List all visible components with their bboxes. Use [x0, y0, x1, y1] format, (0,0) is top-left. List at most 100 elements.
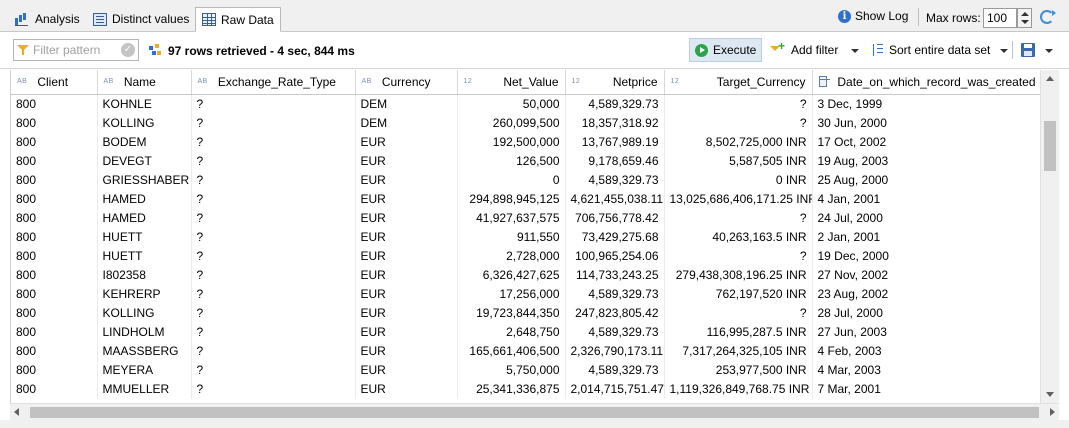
table-row[interactable]: 800 HUETT? EUR 2,728,000 100,965,254.06? 19 D…	[11, 246, 1043, 266]
table-cell[interactable]: 5,750,000	[457, 360, 566, 380]
table-cell[interactable]: KOHNLE	[97, 94, 192, 114]
table-row[interactable]: 800 KOLLING? EUR 19,723,844,350 247,823,805.…	[11, 303, 1043, 323]
table-cell[interactable]: EUR	[355, 151, 458, 171]
table-cell[interactable]: 4,589,329.73	[565, 170, 665, 190]
clear-filter-icon[interactable]: ✓	[121, 43, 135, 57]
table-row[interactable]: 800 HUETT? EUR 911,550 73,429,275.68 40,263,1…	[11, 227, 1043, 247]
table-cell[interactable]: 19,723,844,350	[457, 303, 566, 323]
table-row[interactable]: 800 HAMED? EUR 294,898,945,125 4,621,455,038…	[11, 189, 1043, 209]
table-cell[interactable]: 800	[11, 284, 98, 304]
table-cell[interactable]: 25,341,336,875	[457, 379, 566, 399]
table-row[interactable]: 800 MEYERA? EUR 5,750,000 4,589,329.73 253,97…	[11, 360, 1043, 380]
table-cell[interactable]: 116,995,287.5 INR	[664, 322, 813, 342]
table-cell[interactable]: 13,025,686,406,171.25 INR	[664, 189, 813, 209]
table-cell[interactable]: 5,587,505 INR	[664, 151, 813, 171]
table-cell[interactable]: 6,326,427,625	[457, 265, 566, 285]
table-cell[interactable]: I802358	[97, 265, 192, 285]
table-cell[interactable]: 18,357,318.92	[565, 113, 665, 133]
table-cell[interactable]: EUR	[355, 208, 458, 228]
table-cell[interactable]: 800	[11, 170, 98, 190]
horizontal-scroll-thumb[interactable]	[30, 407, 1039, 418]
save-dropdown-icon[interactable]	[1045, 49, 1053, 53]
vertical-scrollbar[interactable]	[1040, 70, 1059, 403]
table-cell[interactable]: 800	[11, 189, 98, 209]
table-cell[interactable]: EUR	[355, 303, 458, 323]
table-cell[interactable]: DEVEGT	[97, 151, 192, 171]
table-cell[interactable]: 4,589,329.73	[565, 94, 665, 114]
table-row[interactable]: 800 MMUELLER? EUR 25,341,336,875 2,014,715,7…	[11, 379, 1043, 399]
table-cell[interactable]: 0	[457, 170, 566, 190]
table-cell[interactable]: 25 Aug, 2000	[812, 170, 1043, 190]
table-cell[interactable]: 24 Jul, 2000	[812, 208, 1043, 228]
table-cell[interactable]: ?	[664, 303, 813, 323]
table-cell[interactable]: 800	[11, 360, 98, 380]
table-cell[interactable]: 279,438,308,196.25 INR	[664, 265, 813, 285]
table-cell[interactable]: BODEM	[97, 132, 192, 152]
table-row[interactable]: 800 I802358? EUR 6,326,427,625 114,733,243.2…	[11, 265, 1043, 285]
table-cell[interactable]: ?	[664, 113, 813, 133]
vertical-scroll-thumb[interactable]	[1044, 121, 1056, 171]
table-cell[interactable]: EUR	[355, 322, 458, 342]
table-cell[interactable]: HAMED	[97, 189, 192, 209]
table-cell[interactable]: ?	[191, 265, 356, 285]
table-cell[interactable]: DEM	[355, 113, 458, 133]
table-cell[interactable]: 19 Dec, 2000	[812, 246, 1043, 266]
scroll-right-icon[interactable]	[1050, 408, 1055, 416]
table-cell[interactable]: 2 Jan, 2001	[812, 227, 1043, 247]
table-cell[interactable]: EUR	[355, 341, 458, 361]
scroll-left-icon[interactable]	[14, 408, 19, 416]
column-header[interactable]: AB Name	[97, 70, 192, 95]
table-row[interactable]: 800 LINDHOLM? EUR 2,648,750 4,589,329.73 116,…	[11, 322, 1043, 342]
table-cell[interactable]: 8,502,725,000 INR	[664, 132, 813, 152]
table-cell[interactable]: EUR	[355, 227, 458, 247]
table-cell[interactable]: EUR	[355, 265, 458, 285]
table-cell[interactable]: ?	[664, 246, 813, 266]
table-cell[interactable]: MEYERA	[97, 360, 192, 380]
table-cell[interactable]: ?	[191, 360, 356, 380]
table-cell[interactable]: 30 Jun, 2000	[812, 113, 1043, 133]
table-cell[interactable]: 50,000	[457, 94, 566, 114]
table-cell[interactable]: 4 Feb, 2003	[812, 341, 1043, 361]
table-cell[interactable]: 260,099,500	[457, 113, 566, 133]
table-row[interactable]: 800 MAASSBERG? EUR 165,661,406,500 2,326,790…	[11, 341, 1043, 361]
table-cell[interactable]: 28 Jul, 2000	[812, 303, 1043, 323]
table-cell[interactable]: 800	[11, 265, 98, 285]
column-header[interactable]: 12 Target_Currency	[664, 70, 813, 95]
sort-dropdown-icon[interactable]	[1000, 49, 1008, 53]
column-header[interactable]: AB Currency	[355, 70, 458, 95]
table-cell[interactable]: 1,119,326,849,768.75 INR	[664, 379, 813, 399]
table-cell[interactable]: 165,661,406,500	[457, 341, 566, 361]
table-cell[interactable]: KOLLING	[97, 303, 192, 323]
table-cell[interactable]: 294,898,945,125	[457, 189, 566, 209]
table-cell[interactable]: 800	[11, 208, 98, 228]
table-cell[interactable]: 4,589,329.73	[565, 322, 665, 342]
table-cell[interactable]: ?	[191, 170, 356, 190]
table-cell[interactable]: 800	[11, 303, 98, 323]
table-cell[interactable]: EUR	[355, 189, 458, 209]
tab-distinct-values[interactable]: Distinct values	[87, 6, 195, 32]
table-cell[interactable]: 800	[11, 341, 98, 361]
refresh-icon[interactable]	[1040, 10, 1056, 24]
column-header[interactable]: AB Exchange_Rate_Type	[191, 70, 356, 95]
table-cell[interactable]: EUR	[355, 284, 458, 304]
table-cell[interactable]: ?	[191, 227, 356, 247]
add-filter-button[interactable]: Add filter	[765, 38, 843, 62]
table-cell[interactable]: 27 Nov, 2002	[812, 265, 1043, 285]
spinner-up-icon[interactable]	[1021, 12, 1029, 16]
table-cell[interactable]: 800	[11, 94, 98, 114]
show-log-button[interactable]: i Show Log	[838, 9, 908, 23]
scroll-down-icon[interactable]	[1046, 392, 1054, 397]
table-row[interactable]: 800 DEVEGT? EUR 126,500 9,178,659.46 5,587,50…	[11, 151, 1043, 171]
table-cell[interactable]: 40,263,163.5 INR	[664, 227, 813, 247]
table-cell[interactable]: ?	[191, 151, 356, 171]
column-header[interactable]: 12 Netprice	[565, 70, 665, 95]
table-cell[interactable]: ?	[191, 322, 356, 342]
table-row[interactable]: 800 KOHNLE? DEM 50,000 4,589,329.73? 3 Dec, 1…	[11, 94, 1043, 114]
table-cell[interactable]: EUR	[355, 379, 458, 399]
table-cell[interactable]: 706,756,778.42	[565, 208, 665, 228]
table-cell[interactable]: ?	[191, 189, 356, 209]
table-cell[interactable]: 19 Aug, 2003	[812, 151, 1043, 171]
table-cell[interactable]: 100,965,254.06	[565, 246, 665, 266]
table-row[interactable]: 800 GRIESSHABER? EUR 0 4,589,329.73 0 INR 25 A…	[11, 170, 1043, 190]
table-cell[interactable]: 23 Aug, 2002	[812, 284, 1043, 304]
